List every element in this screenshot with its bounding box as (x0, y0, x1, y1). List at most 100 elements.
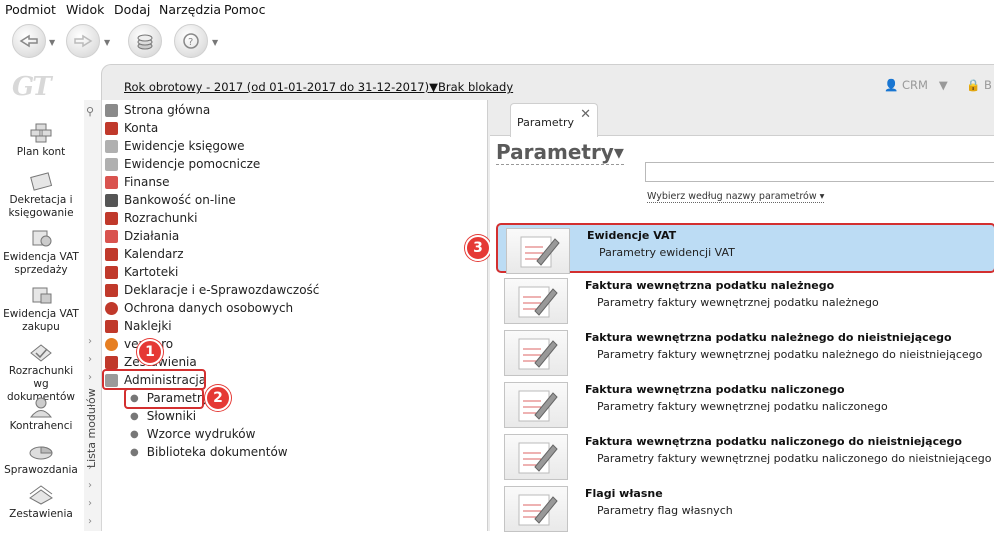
menu-widok[interactable]: Widok (66, 2, 104, 17)
param-title: Faktura wewnętrzna podatku należnego do … (585, 331, 952, 344)
tree-item-rozrachunki[interactable]: Rozrachunki (105, 209, 197, 227)
nav-label: Plan kont (16, 146, 66, 158)
param-description: Parametry faktury wewnętrznej podatku na… (597, 452, 992, 465)
param-row-fw-naleznego-nieistniejacego[interactable]: Faktura wewnętrzna podatku należnego do … (496, 327, 994, 377)
chevron-right-icon[interactable]: › (88, 336, 92, 347)
tree-item-kalendarz[interactable]: Kalendarz (105, 245, 184, 263)
module-tree: Strona główna Konta Ewidencje księgowe E… (102, 100, 488, 531)
chevron-right-icon[interactable]: › (88, 480, 92, 491)
pin-icon[interactable]: ⚲ (86, 105, 94, 118)
nav-vat-sprzedazy[interactable]: Ewidencja VAT sprzedaży (0, 227, 82, 277)
nav-label: Sprawozdania (4, 464, 78, 476)
subitem-label: Słowniki (146, 409, 197, 423)
nav-sprawozdania[interactable]: Sprawozdania (0, 440, 82, 477)
modules-sidebar-tab[interactable]: ⚲ › › › › › › › Lista modułów (84, 100, 102, 531)
tab-parametry[interactable]: Parametry ✕ (510, 103, 598, 137)
coins-button[interactable] (128, 24, 162, 58)
tree-item-deklaracje[interactable]: Deklaracje i e-Sprawozdawczość (105, 281, 319, 299)
tree-item-kartoteki[interactable]: Kartoteki (105, 263, 178, 281)
nav-dekretacja[interactable]: Dekretacja i księgowanie (0, 170, 82, 220)
nav-rozrachunki-dokumentow[interactable]: Rozrachunki wg dokumentów (0, 341, 82, 404)
tree-item-strona-glowna[interactable]: Strona główna (105, 101, 210, 119)
settlements-icon (105, 211, 118, 225)
param-row-flagi-wlasne[interactable]: Flagi własne Parametry flag własnych (496, 483, 994, 533)
svg-text:?: ? (188, 37, 193, 48)
subitem-label: Biblioteka dokumentów (146, 445, 288, 459)
chart-of-accounts-icon (30, 123, 52, 143)
nav-plan-kont[interactable]: Plan kont (0, 122, 82, 159)
menu-narzedzia[interactable]: Narzędzia (159, 2, 221, 17)
tree-label: Działania (124, 229, 180, 243)
nav-vat-zakupu[interactable]: Ewidencja VAT zakupu (0, 284, 82, 334)
vat-purchase-icon (32, 287, 52, 304)
tree-item-finanse[interactable]: Finanse (105, 173, 170, 191)
menu-dodaj[interactable]: Dodaj (114, 2, 150, 17)
calendar-icon (105, 247, 118, 261)
forward-dropdown-icon[interactable]: ▼ (104, 38, 110, 47)
files-icon (105, 265, 118, 279)
subitem-label: Wzorce wydruków (146, 427, 256, 441)
lock-button-label: B (983, 78, 992, 92)
tree-item-ewidencje-ksiegowe[interactable]: Ewidencje księgowe (105, 137, 245, 155)
forward-button[interactable] (66, 24, 100, 58)
chevron-right-icon[interactable]: › (88, 516, 92, 527)
param-row-fw-naliczonego[interactable]: Faktura wewnętrzna podatku naliczonego P… (496, 379, 994, 429)
tree-label: Ochrona danych osobowych (124, 301, 294, 315)
nav-zestawienia[interactable]: Zestawienia (0, 484, 82, 521)
tree-subitem-slowniki[interactable]: ● Słowniki (130, 407, 196, 425)
nav-label: Ewidencja VAT sprzedaży (3, 251, 79, 276)
lock-status-link[interactable]: Brak blokady (438, 80, 513, 94)
chevron-right-icon[interactable]: › (88, 354, 92, 365)
tree-item-naklejki[interactable]: Naklejki (105, 317, 172, 335)
forward-arrow-icon (74, 34, 93, 48)
document-pen-icon (504, 278, 568, 324)
help-dropdown-icon[interactable]: ▼ (212, 38, 218, 47)
help-icon: ? (183, 33, 199, 49)
lock-button[interactable]: 🔒 B (966, 78, 992, 92)
contractors-icon (29, 397, 53, 418)
menu-pomoc[interactable]: Pomoc (224, 2, 265, 17)
back-dropdown-icon[interactable]: ▼ (49, 38, 55, 47)
param-description: Parametry ewidencji VAT (599, 246, 735, 259)
help-button[interactable]: ? (174, 24, 208, 58)
tree-item-konta[interactable]: Konta (105, 119, 158, 137)
crm-dropdown-icon: ▼ (938, 78, 948, 92)
close-icon[interactable]: ✕ (580, 107, 591, 122)
document-pen-icon (506, 228, 570, 274)
crm-dropdown[interactable]: 👤 CRM ▼ (884, 78, 948, 92)
app-logo: GT (12, 72, 52, 102)
gear-icon (105, 337, 118, 351)
crm-person-icon: 👤 (884, 78, 899, 92)
dropdown-arrow-icon: ▼ (429, 80, 438, 94)
lock-icon: 🔒 (966, 78, 981, 92)
param-title: Faktura wewnętrzna podatku naliczonego d… (585, 435, 962, 448)
left-navigation: Plan kont Dekretacja i księgowanie Ewide… (0, 112, 82, 531)
fiscal-year-dropdown[interactable]: Rok obrotowy - 2017 (od 01-01-2017 do 31… (124, 80, 438, 94)
parameter-search-input[interactable] (645, 162, 994, 182)
fiscal-year-label: Rok obrotowy - 2017 (od 01-01-2017 do 31… (124, 80, 430, 94)
tree-item-dzialania[interactable]: Działania (105, 227, 179, 245)
chevron-right-icon[interactable]: › (88, 372, 92, 383)
bank-icon (105, 193, 118, 207)
nav-label: Ewidencja VAT zakupu (3, 308, 79, 333)
param-title: Ewidencje VAT (587, 229, 677, 242)
settlements-icon (30, 344, 52, 362)
tree-item-ochrona-danych[interactable]: Ochrona danych osobowych (105, 299, 293, 317)
bullet-icon: ● (130, 428, 139, 440)
param-row-fw-naliczonego-nieistniejacego[interactable]: Faktura wewnętrzna podatku naliczonego d… (496, 431, 994, 481)
tree-item-bankowosc[interactable]: Bankowość on-line (105, 191, 236, 209)
page-title[interactable]: Parametry▾ (496, 140, 624, 165)
document-pen-icon (504, 382, 568, 428)
step-badge-2: 2 (205, 385, 231, 411)
back-button[interactable] (12, 24, 46, 58)
tree-subitem-wzorce[interactable]: ● Wzorce wydruków (130, 425, 255, 443)
search-mode-dropdown[interactable]: Wybierz według nazwy parametrów ▾ (647, 191, 825, 203)
param-row-ewidencje-vat[interactable]: Ewidencje VAT Parametry ewidencji VAT (496, 223, 994, 274)
tree-subitem-biblioteka[interactable]: ● Biblioteka dokumentów (130, 443, 288, 461)
chevron-right-icon[interactable]: › (88, 498, 92, 509)
tree-item-ewidencje-pomocnicze[interactable]: Ewidencje pomocnicze (105, 155, 260, 173)
nav-kontrahenci[interactable]: Kontrahenci (0, 396, 82, 433)
nav-label: Kontrahenci (9, 420, 73, 432)
param-row-fw-naleznego[interactable]: Faktura wewnętrzna podatku należnego Par… (496, 275, 994, 325)
menu-podmiot[interactable]: Podmiot (5, 2, 56, 17)
